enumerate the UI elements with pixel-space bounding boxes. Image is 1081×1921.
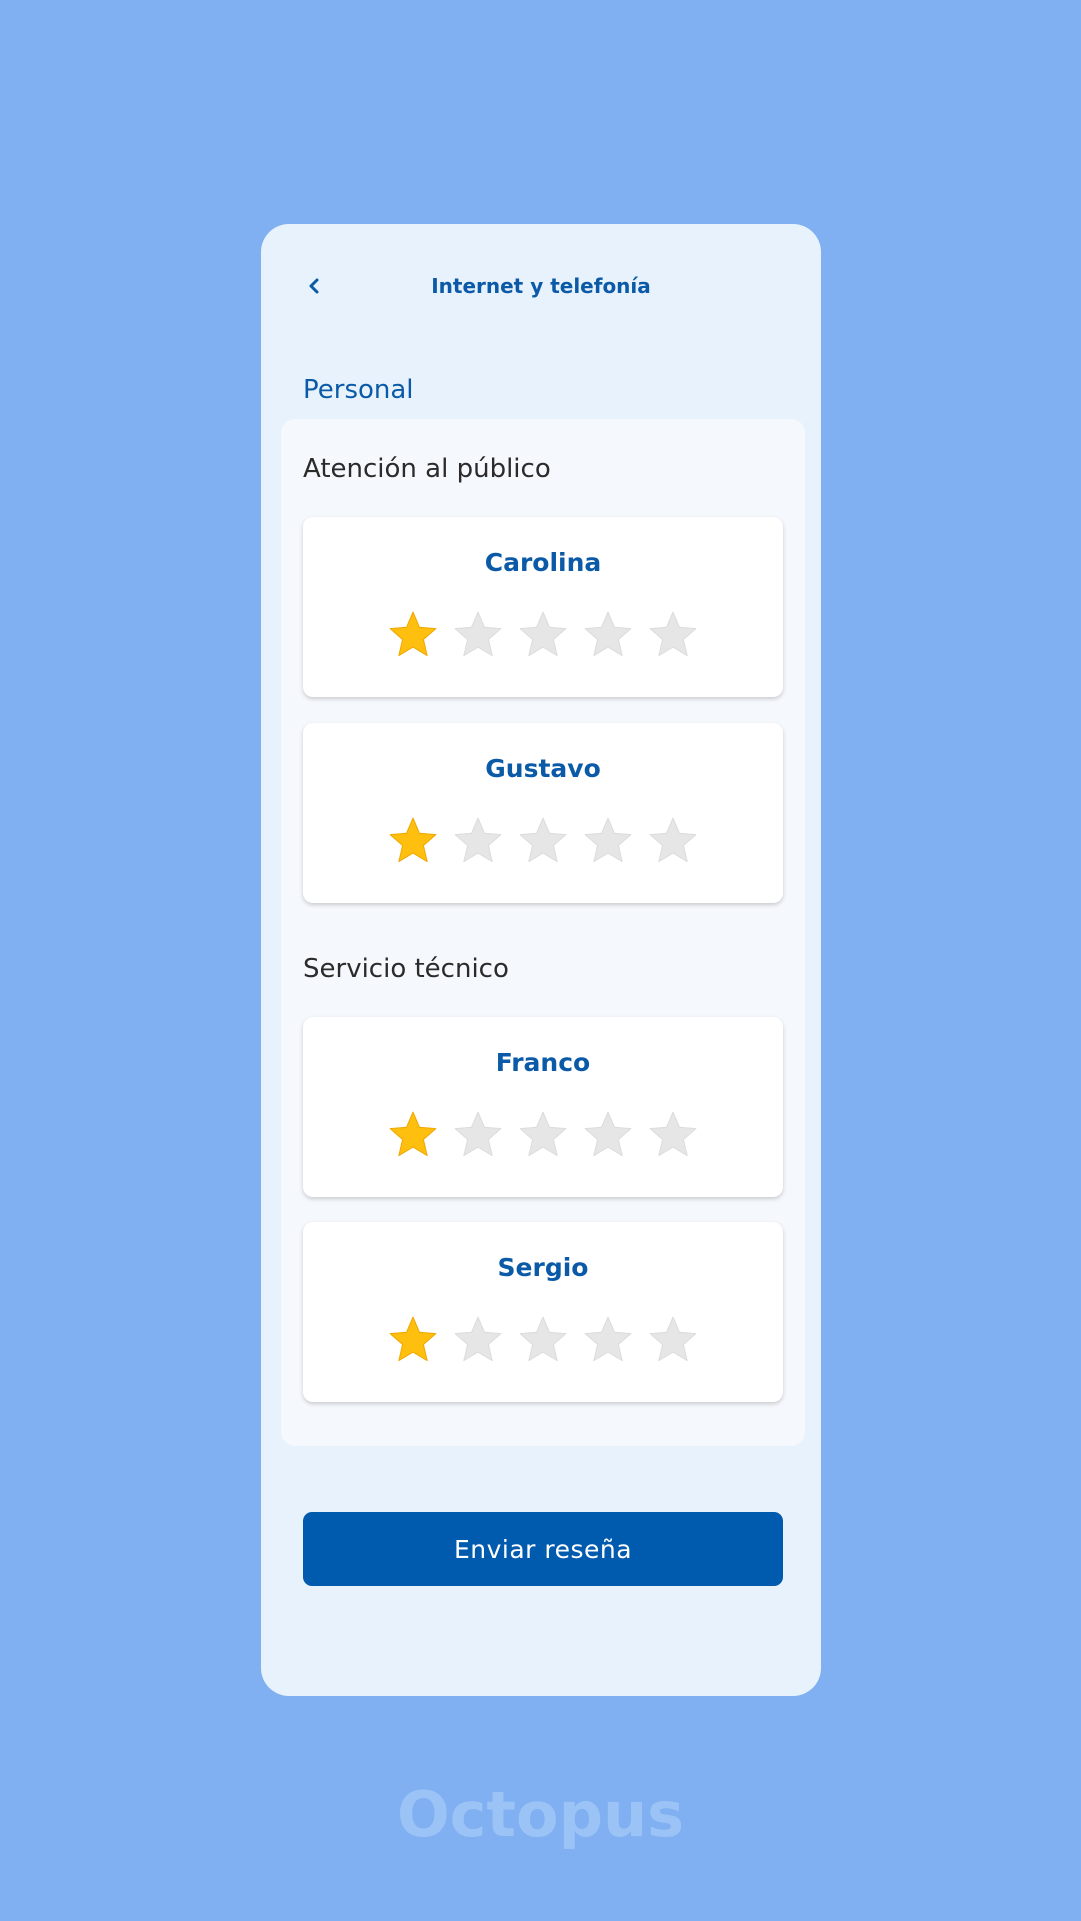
phone-screen: Internet y telefonía Personal Atención a… (261, 224, 821, 1696)
star-filled-icon[interactable] (387, 609, 439, 661)
star-empty-icon[interactable] (452, 1109, 504, 1161)
star-empty-icon[interactable] (647, 609, 699, 661)
star-empty-icon[interactable] (647, 815, 699, 867)
star-rating (303, 609, 783, 661)
app-header: Internet y telefonía (261, 224, 821, 340)
person-name: Sergio (497, 1253, 589, 1282)
group-title-atencion: Atención al público (303, 454, 551, 484)
star-empty-icon[interactable] (517, 1314, 569, 1366)
rating-card: Sergio (303, 1222, 783, 1402)
star-empty-icon[interactable] (452, 815, 504, 867)
submit-review-button[interactable]: Enviar reseña (303, 1512, 783, 1586)
star-rating (303, 1109, 783, 1161)
star-empty-icon[interactable] (517, 1109, 569, 1161)
star-filled-icon[interactable] (387, 815, 439, 867)
star-empty-icon[interactable] (647, 1314, 699, 1366)
person-name: Carolina (484, 548, 602, 577)
star-empty-icon[interactable] (582, 1314, 634, 1366)
star-empty-icon[interactable] (517, 609, 569, 661)
watermark-logo: Octopus (396, 1778, 685, 1851)
person-name: Franco (495, 1048, 591, 1077)
star-empty-icon[interactable] (582, 609, 634, 661)
star-empty-icon[interactable] (517, 815, 569, 867)
rating-card: Gustavo (303, 723, 783, 903)
group-title-servicio: Servicio técnico (303, 954, 509, 984)
star-empty-icon[interactable] (582, 1109, 634, 1161)
section-label: Personal (303, 375, 414, 405)
rating-card: Franco (303, 1017, 783, 1197)
star-filled-icon[interactable] (387, 1109, 439, 1161)
star-empty-icon[interactable] (452, 1314, 504, 1366)
star-filled-icon[interactable] (387, 1314, 439, 1366)
star-rating (303, 1314, 783, 1366)
star-rating (303, 815, 783, 867)
star-empty-icon[interactable] (582, 815, 634, 867)
rating-card: Carolina (303, 517, 783, 697)
ratings-panel: Atención al público Carolina Gustavo Ser… (281, 419, 805, 1446)
star-empty-icon[interactable] (647, 1109, 699, 1161)
person-name: Gustavo (485, 754, 601, 783)
page-title: Internet y telefonía (431, 274, 651, 298)
star-empty-icon[interactable] (452, 609, 504, 661)
